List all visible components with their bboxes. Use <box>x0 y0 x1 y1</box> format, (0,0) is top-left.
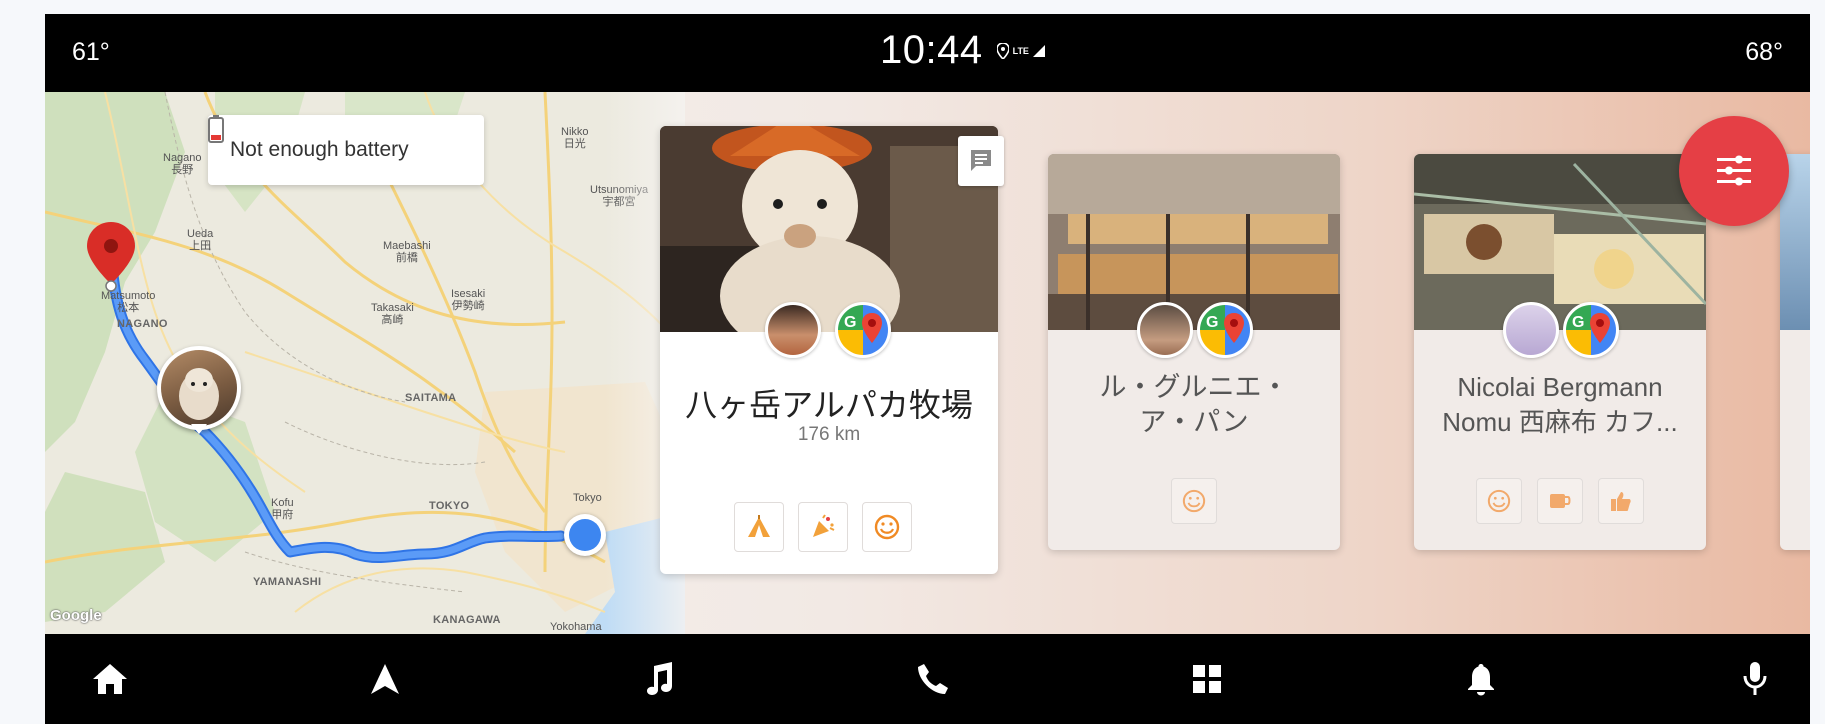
head-unit-screen: 61° 10:44 LTE 68° Nagano 長野 Ueda 上田 Mats… <box>45 14 1810 724</box>
location-pin-icon <box>996 42 1009 59</box>
place-title: 八ヶ岳アルパカ牧場 <box>685 387 973 423</box>
nav-navigation-button[interactable] <box>360 654 410 704</box>
nav-voice-button[interactable] <box>1730 654 1780 704</box>
nav-phone-button[interactable] <box>908 654 958 704</box>
battery-warning-text: Not enough battery <box>230 138 409 161</box>
google-attribution: Google <box>50 607 102 624</box>
marker-pointer <box>191 424 207 434</box>
friend-avatar <box>1503 302 1559 358</box>
place-card-next[interactable] <box>1780 154 1810 550</box>
map-label-yokohama: Yokohama <box>550 621 602 633</box>
phone-icon <box>918 664 948 694</box>
place-card-alpaca-farm[interactable]: G 八ヶ岳アルパカ牧場 176 km <box>660 126 998 574</box>
map-label-saitama: SAITAMA <box>405 392 457 404</box>
clock: 10:44 <box>880 28 983 72</box>
place-title: ル・グルニエ・ア・パン <box>1099 372 1289 437</box>
map-label-nikko: Nikko 日光 <box>561 126 589 150</box>
nav-apps-button[interactable] <box>1182 654 1232 704</box>
nav-home-button[interactable] <box>85 654 135 704</box>
comment-button[interactable] <box>958 136 1004 186</box>
chip-like[interactable] <box>1598 478 1644 524</box>
map-label-takasaki: Takasaki 高崎 <box>371 302 414 326</box>
map-label-nagano-pref: NAGANO <box>117 318 168 330</box>
place-photo <box>1414 154 1706 330</box>
apps-grid-icon <box>1193 665 1221 693</box>
battery-warning-toast: Not enough battery <box>208 115 484 185</box>
thumbs-up-icon <box>1611 492 1631 511</box>
place-title: Nicolai Bergmann Nomu 西麻布 カフ... <box>1442 372 1678 437</box>
home-icon <box>93 664 127 694</box>
chip-fun[interactable] <box>1171 478 1217 524</box>
smiley-icon <box>1182 489 1206 513</box>
nav-music-button[interactable] <box>634 654 684 704</box>
svg-text:G: G <box>844 314 856 331</box>
map-label-tokyo: Tokyo <box>573 492 602 504</box>
tune-sliders-icon <box>1717 155 1751 186</box>
chip-coffee[interactable] <box>1537 478 1583 524</box>
map-label-yamanashi: YAMANASHI <box>253 576 322 588</box>
page-backdrop: 61° 10:44 LTE 68° Nagano 長野 Ueda 上田 Mats… <box>0 0 1825 724</box>
destination-photo-marker[interactable] <box>157 346 241 434</box>
map-label-isesaki: Isesaki 伊勢崎 <box>451 288 486 312</box>
chip-celebration[interactable] <box>798 502 848 552</box>
alpaca-thumbnail <box>161 350 237 426</box>
notifications-icon <box>1468 664 1494 696</box>
map-label-matsumoto: Matsumoto 松本 <box>101 290 156 314</box>
clock-group: 10:44 LTE <box>880 28 1045 73</box>
svg-text:G: G <box>1572 314 1584 331</box>
party-popper-icon <box>813 514 835 537</box>
friend-avatar <box>1137 302 1193 358</box>
place-photo <box>1048 154 1340 330</box>
signal-strength-icon <box>1032 44 1045 57</box>
music-icon <box>647 662 672 695</box>
navigation-icon <box>371 664 399 694</box>
map-label-maebashi: Maebashi 前橋 <box>383 240 431 264</box>
chip-fun[interactable] <box>1476 478 1522 524</box>
map-label-kanagawa: KANAGAWA <box>433 614 501 626</box>
place-photo <box>660 126 998 356</box>
chip-camping[interactable] <box>734 502 784 552</box>
lte-label: LTE <box>1012 45 1029 56</box>
svg-text:G: G <box>1206 314 1218 331</box>
nav-notifications-button[interactable] <box>1456 654 1506 704</box>
content-area: Nagano 長野 Ueda 上田 Matsumoto 松本 NAGANO Ma… <box>45 92 1810 634</box>
chip-fun[interactable] <box>862 502 912 552</box>
smiley-icon <box>874 514 900 540</box>
route-map[interactable]: Nagano 長野 Ueda 上田 Matsumoto 松本 NAGANO Ma… <box>45 92 685 634</box>
map-label-kofu: Kofu 甲府 <box>271 497 294 521</box>
google-maps-icon: G <box>1197 302 1253 358</box>
map-label-ueda: Ueda 上田 <box>187 228 214 252</box>
passenger-temperature[interactable]: 68° <box>1745 38 1783 67</box>
current-location-dot <box>569 519 601 551</box>
comment-icon <box>971 150 991 171</box>
smiley-icon <box>1487 489 1511 513</box>
filter-button[interactable] <box>1679 116 1789 226</box>
current-location-marker <box>564 514 606 556</box>
friend-avatar <box>765 302 821 358</box>
status-icons: LTE <box>996 42 1045 59</box>
place-card-bakery[interactable]: G ル・グルニエ・ア・パン <box>1048 154 1340 550</box>
driver-temperature[interactable]: 61° <box>72 38 110 67</box>
place-distance: 176 km <box>797 424 861 445</box>
map-label-nagano: Nagano 長野 <box>163 152 202 176</box>
google-maps-icon: G <box>835 302 891 358</box>
coffee-icon <box>1550 494 1571 508</box>
google-maps-icon: G <box>1563 302 1619 358</box>
low-battery-icon <box>208 115 224 143</box>
microphone-icon <box>1743 662 1767 695</box>
tent-icon <box>748 515 770 537</box>
bottom-nav-bar <box>45 634 1810 724</box>
place-card-nicolai-bergmann[interactable]: G Nicolai Bergmann Nomu 西麻布 カフ... <box>1414 154 1706 550</box>
map-label-tokyo-pref: TOKYO <box>429 500 470 512</box>
status-bar: 61° 10:44 LTE 68° <box>45 14 1810 92</box>
